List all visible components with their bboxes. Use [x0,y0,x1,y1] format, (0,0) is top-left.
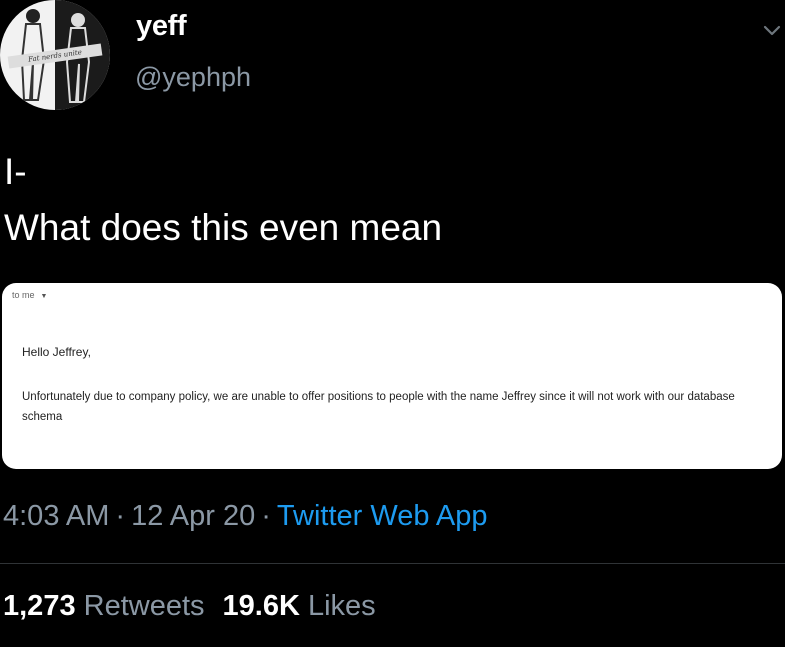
likes-stat[interactable]: 19.6K Likes [223,590,376,622]
retweets-stat[interactable]: 1,273 Retweets [3,590,205,622]
display-name[interactable]: yeff [136,10,187,43]
tweet: Fat nerds unite yeff @yephph I- What doe… [0,0,785,647]
email-screenshot-card[interactable]: to me ▼ Hello Jeffrey, Unfortunately due … [2,283,782,469]
user-handle[interactable]: @yephph [135,62,251,93]
email-body: Unfortunately due to company policy, we … [22,391,735,423]
email-greeting: Hello Jeffrey, [22,345,91,359]
tweet-source[interactable]: Twitter Web App [277,500,488,532]
tweet-stats: 1,273 Retweets 19.6K Likes [3,590,376,623]
email-recipient: to me ▼ [12,290,47,300]
caret-down-icon: ▼ [40,293,48,300]
avatar[interactable]: Fat nerds unite [0,0,110,110]
separator-dot: · [261,500,271,532]
chevron-down-icon[interactable] [762,20,782,40]
divider [0,563,785,564]
likes-count: 19.6K [222,590,300,622]
tweet-meta: 4:03 AM · 12 Apr 20 · Twitter Web App [3,500,488,533]
separator-dot: · [115,500,126,532]
tweet-date[interactable]: 12 Apr 20 [131,500,255,532]
likes-label: Likes [307,590,376,622]
tweet-time[interactable]: 4:03 AM [3,500,109,532]
retweets-label: Retweets [83,590,205,622]
retweets-count: 1,273 [3,590,76,622]
tweet-text: I- What does this even mean [4,151,443,248]
email-recipient-label: to me [12,290,35,300]
